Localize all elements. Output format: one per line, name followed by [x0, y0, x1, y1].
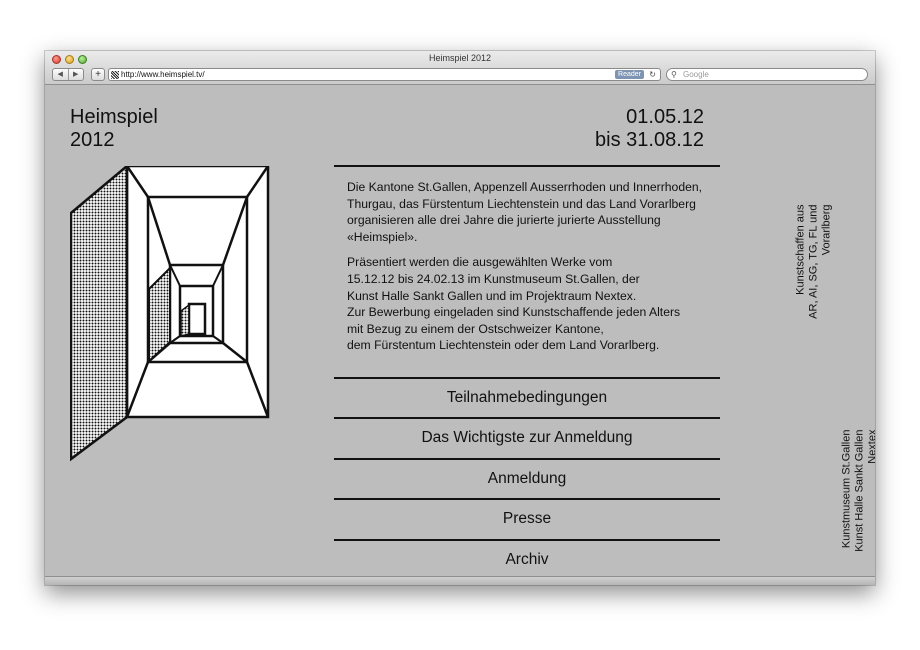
browser-window: Heimspiel 2012 ◀ ▶ + http://www.heimspie… — [45, 51, 875, 585]
nav-link-anmeldung[interactable]: Anmeldung — [334, 460, 720, 498]
sidebar-line: Nextex — [866, 429, 876, 464]
date-start: 01.05.12 — [626, 106, 704, 128]
add-bookmark-button[interactable]: + — [91, 68, 105, 81]
sidebar-line: Kunst Halle Sankt Gallen — [853, 429, 866, 552]
favicon-icon — [111, 71, 119, 79]
sidebar-line: Kunstschaffen aus — [794, 204, 807, 295]
forward-button[interactable]: ▶ — [69, 69, 84, 80]
history-navigation: ◀ ▶ — [52, 68, 84, 81]
intro-line: Kunst Halle Sankt Gallen und im Projektr… — [347, 288, 637, 303]
intro-text: Die Kantone St.Gallen, Appenzell Ausserr… — [347, 179, 727, 363]
back-button[interactable]: ◀ — [53, 69, 69, 80]
status-bar — [45, 576, 875, 585]
intro-paragraph-1: Die Kantone St.Gallen, Appenzell Ausserr… — [347, 180, 703, 244]
page-content: Heimspiel 2012 01.05.12 bis 31.08.12 Die… — [45, 86, 875, 576]
sidebar-participants: Kunstschaffen aus AR, AI, SG, TG, FL und… — [795, 205, 834, 359]
site-title[interactable]: Heimspiel 2012 — [70, 106, 158, 152]
sidebar-line: Vorarlberg — [820, 204, 833, 256]
title-bar: Heimspiel 2012 ◀ ▶ + http://www.heimspie… — [45, 51, 875, 85]
intro-line: 15.12.12 bis 24.02.13 im Kunstmuseum St.… — [347, 271, 640, 286]
sidebar-line: AR, AI, SG, TG, FL und — [807, 204, 820, 319]
top-divider — [334, 165, 720, 167]
open-door-large — [70, 166, 129, 462]
intro-line: dem Fürstentum Liechtenstein oder dem La… — [347, 338, 660, 353]
sidebar-line: Kunstmuseum St.Gallen — [840, 429, 853, 549]
search-field[interactable]: ⚲ Google — [666, 68, 868, 81]
date-end: bis 31.08.12 — [595, 129, 704, 151]
search-icon: ⚲ — [671, 70, 677, 79]
address-bar[interactable]: http://www.heimspiel.tv/ Reader ↻ — [108, 68, 661, 81]
reader-button[interactable]: Reader — [615, 70, 644, 79]
intro-line: Präsentiert werden die ausgewählten Werk… — [347, 255, 613, 270]
intro-line: mit Bezug zu einem der Ostschweizer Kant… — [347, 321, 604, 336]
nav-link-teilnahmebedingungen[interactable]: Teilnahmebedingungen — [334, 379, 720, 417]
window-title: Heimspiel 2012 — [428, 53, 492, 63]
refresh-icon[interactable]: ↻ — [649, 69, 656, 80]
site-title-line-2: 2012 — [70, 129, 115, 151]
url-text[interactable]: http://www.heimspiel.tv/ — [121, 69, 205, 80]
nav-link-archiv[interactable]: Archiv — [334, 541, 720, 579]
nav-link-presse[interactable]: Presse — [334, 500, 720, 538]
nav-link-wichtigste[interactable]: Das Wichtigste zur Anmeldung — [334, 419, 720, 457]
open-door-small — [180, 303, 190, 337]
intro-line: Zur Bewerbung eingeladen sind Kunstschaf… — [347, 305, 681, 320]
intro-paragraph-2: Präsentiert werden die ausgewählten Werk… — [347, 254, 727, 354]
search-placeholder: Google — [683, 70, 709, 79]
corridor-illustration — [70, 166, 270, 462]
site-title-line-1: Heimspiel — [70, 106, 158, 128]
sidebar-venues: Kunstmuseum St.Gallen Kunst Halle Sankt … — [841, 430, 876, 584]
exhibition-dates: 01.05.12 bis 31.08.12 — [595, 106, 704, 152]
